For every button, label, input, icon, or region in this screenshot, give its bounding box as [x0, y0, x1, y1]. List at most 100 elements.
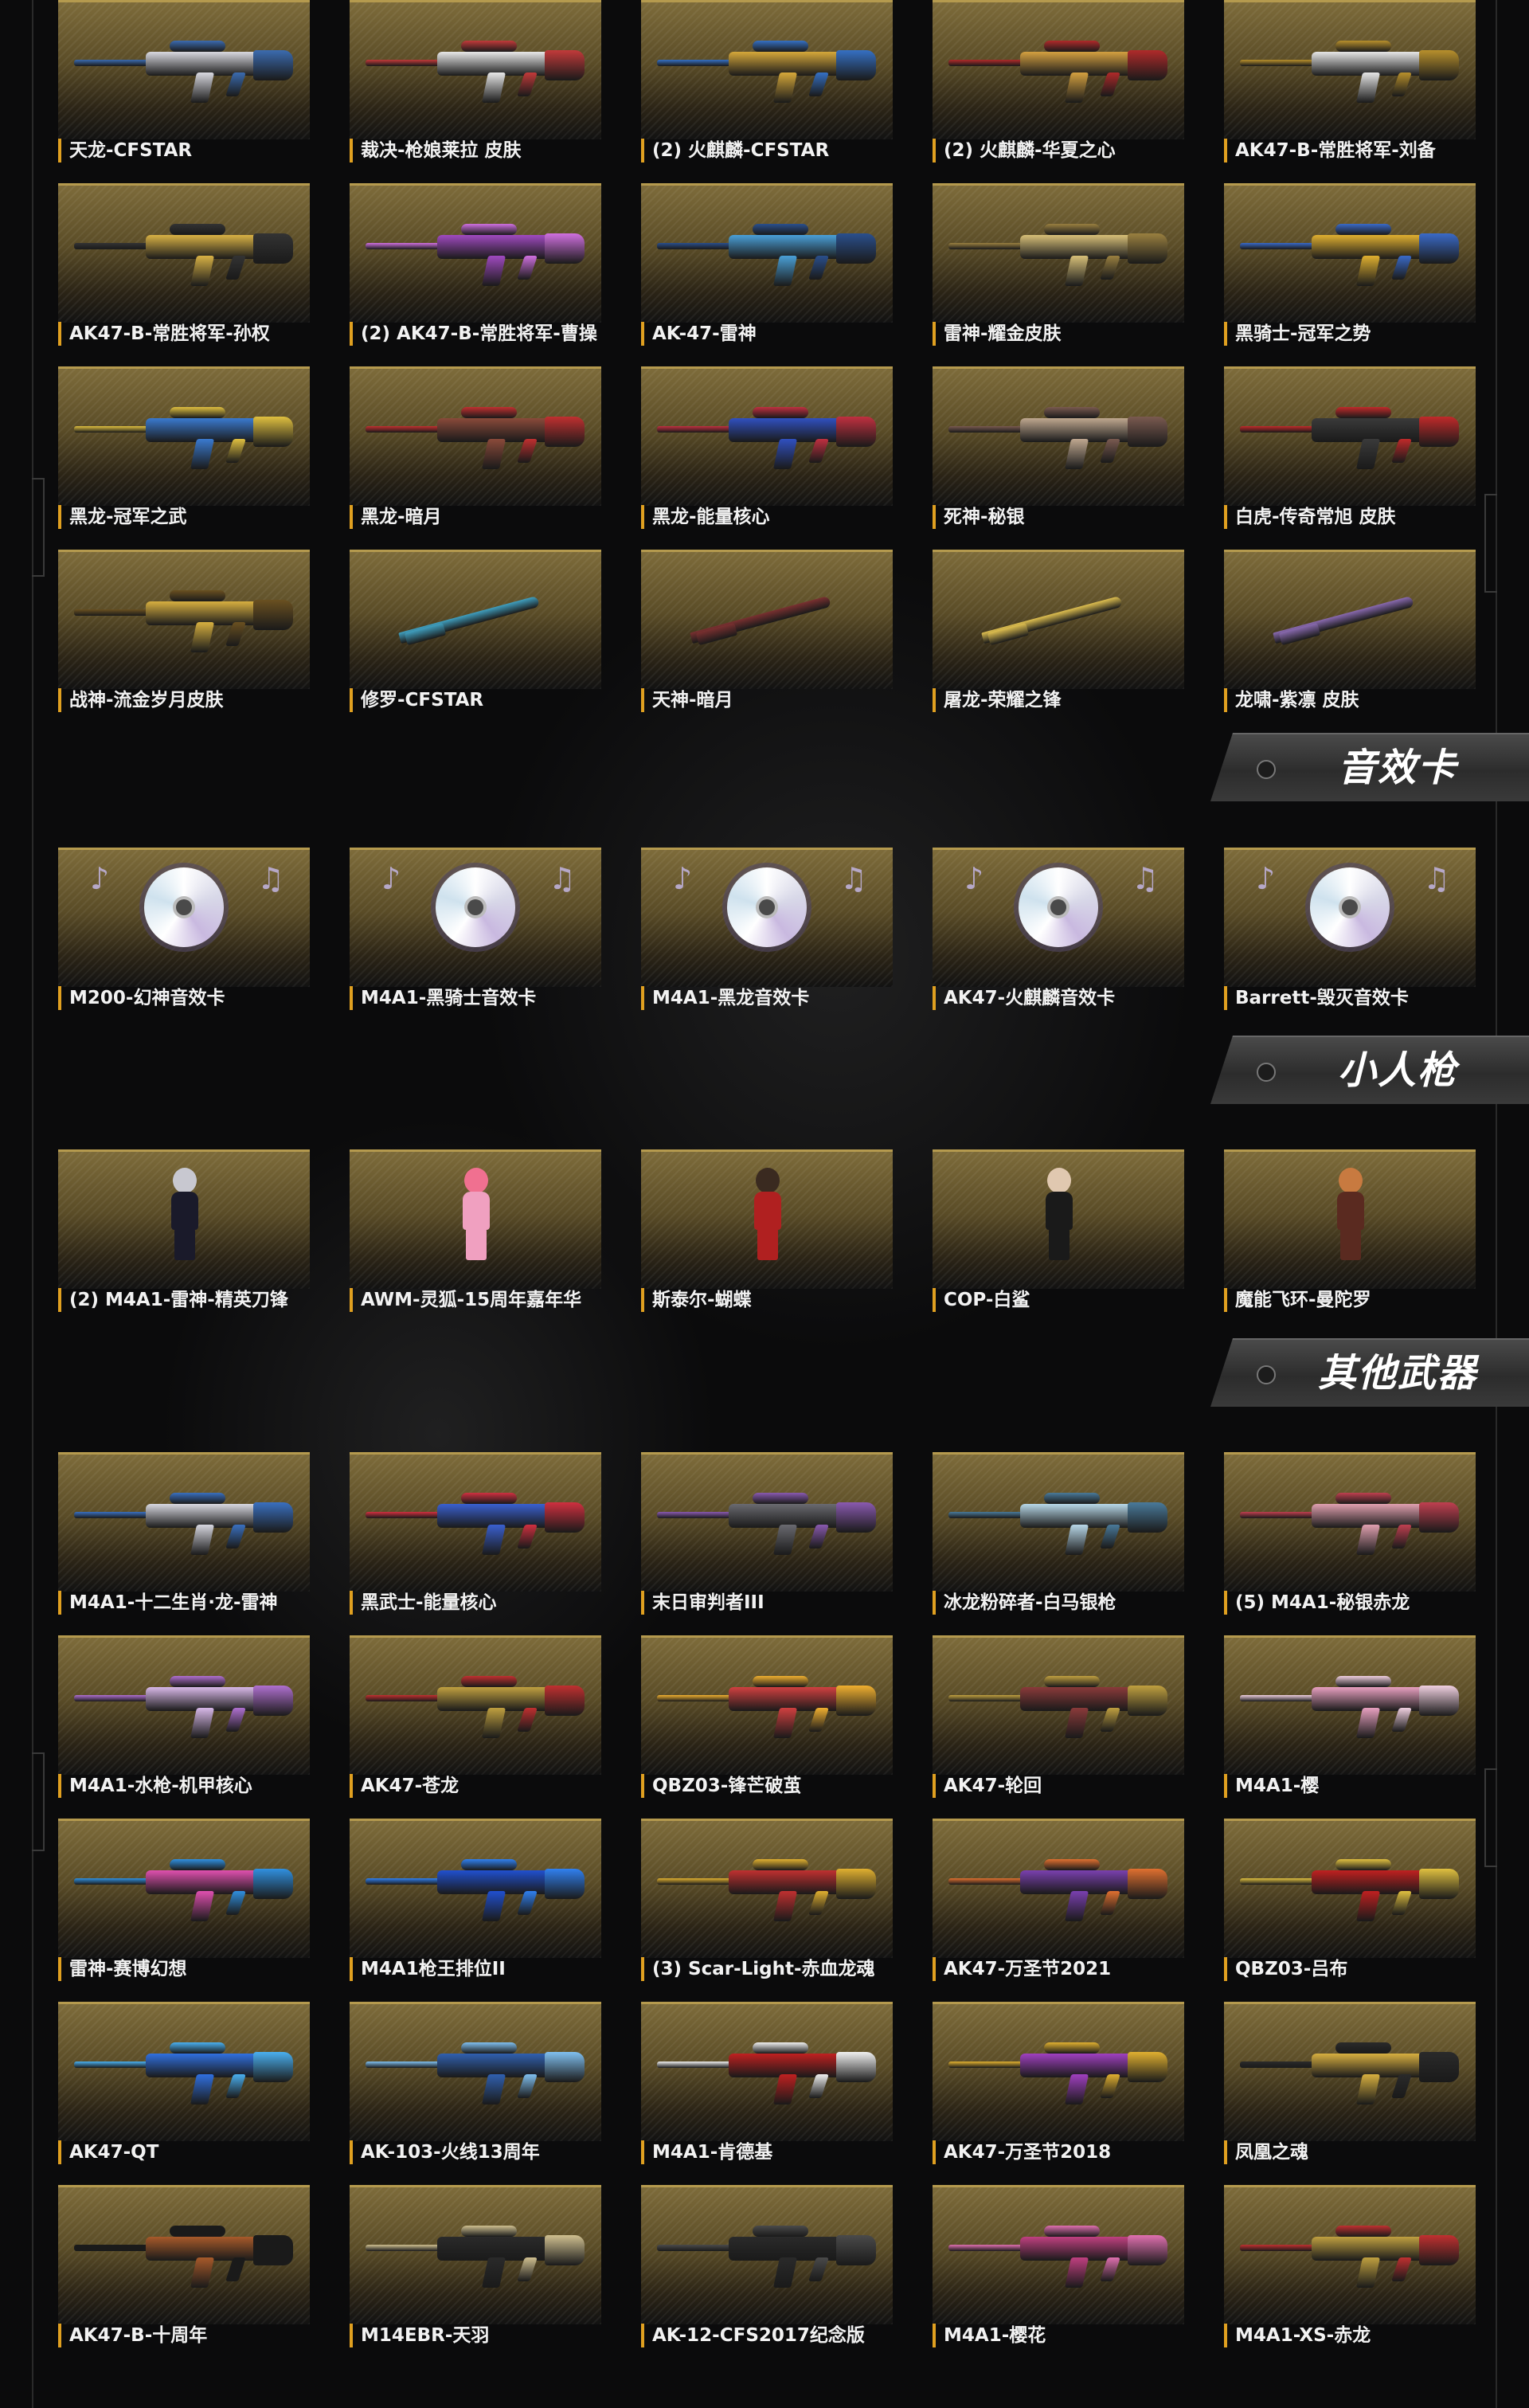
music-note-icon: ♪ — [381, 861, 401, 896]
item-card[interactable]: AK47-万圣节2021 — [933, 1819, 1184, 1995]
weapon-image — [1240, 2036, 1460, 2108]
item-card[interactable]: COP-白鲨 — [933, 1149, 1184, 1326]
item-card[interactable]: 黑龙-暗月 — [350, 366, 601, 543]
weapon-image — [1240, 217, 1460, 289]
mini-figure-image — [166, 1168, 201, 1263]
item-name-label: 雷神-耀金皮肤 — [933, 322, 1183, 346]
item-card[interactable]: (3) Scar-Light-赤血龙魂 — [641, 1819, 893, 1995]
item-name-label: Barrett-毁灭音效卡 — [1224, 986, 1474, 1010]
item-card[interactable]: M4A1-水枪-机甲核心 — [58, 1635, 310, 1812]
music-note-icon: ♫ — [1423, 861, 1451, 896]
item-thumbnail — [1224, 183, 1476, 323]
item-thumbnail — [641, 1635, 893, 1775]
item-name-label: 末日审判者III — [641, 1591, 891, 1615]
item-thumbnail — [641, 1452, 893, 1592]
item-thumbnail — [350, 550, 601, 689]
item-card[interactable]: (2) M4A1-雷神-精英刀锋 — [58, 1149, 310, 1326]
item-card[interactable]: M4A1-十二生肖·龙-雷神 — [58, 1452, 310, 1629]
skins-grid: 天龙-CFSTAR 裁决-枪娘莱拉 皮肤 (2) 火麒麟-CFSTAR (2) 火麒麟… — [58, 0, 1476, 726]
item-card[interactable]: 裁决-枪娘莱拉 皮肤 — [350, 0, 601, 177]
item-card[interactable]: AK47-苍龙 — [350, 1635, 601, 1812]
item-card[interactable]: AK47-B-常胜将军-刘备 — [1224, 0, 1476, 177]
item-card[interactable]: M14EBR-天羽 — [350, 2185, 601, 2362]
sound-cards-grid: ♪ ♫ M200-幻神音效卡 ♪ ♫ M4A1-黑骑士音效卡 ♪ ♫ M4A1-黑龙音效卡 ♪ ♫ A… — [58, 848, 1476, 1024]
item-card[interactable]: 战神-流金岁月皮肤 — [58, 550, 310, 726]
music-note-icon: ♫ — [840, 861, 868, 896]
item-thumbnail — [641, 550, 893, 689]
mini-figures-grid: (2) M4A1-雷神-精英刀锋 AWM-灵狐-15周年嘉年华 斯泰尔-蝴蝶 COP-… — [58, 1149, 1476, 1326]
section-tab-dot-icon — [1257, 1365, 1276, 1384]
item-card[interactable]: 冰龙粉碎者-白马银枪 — [933, 1452, 1184, 1629]
weapon-image — [74, 1670, 294, 1741]
item-card[interactable]: 死神-秘银 — [933, 366, 1184, 543]
item-card[interactable]: AK47-B-十周年 — [58, 2185, 310, 2362]
weapon-image — [74, 34, 294, 106]
item-name-label: M4A1-十二生肖·龙-雷神 — [58, 1591, 308, 1615]
weapon-image — [657, 1486, 877, 1558]
item-name-label: 龙啸-紫凛 皮肤 — [1224, 688, 1474, 712]
item-card[interactable]: M4A1-肯德基 — [641, 2002, 893, 2179]
item-card[interactable]: 魔能飞环-曼陀罗 — [1224, 1149, 1476, 1326]
weapon-image — [74, 1853, 294, 1924]
item-card[interactable]: 雷神-赛博幻想 — [58, 1819, 310, 1995]
item-card[interactable]: 雷神-耀金皮肤 — [933, 183, 1184, 360]
item-card[interactable]: AK47-QT — [58, 2002, 310, 2179]
item-card[interactable]: (2) 火麒麟-CFSTAR — [641, 0, 893, 177]
item-name-label: M4A1-樱花 — [933, 2324, 1183, 2347]
item-card[interactable]: QBZ03-锋芒破茧 — [641, 1635, 893, 1812]
item-card[interactable]: ♪ ♫ M4A1-黑龙音效卡 — [641, 848, 893, 1024]
item-thumbnail — [58, 2185, 310, 2324]
item-card[interactable]: 末日审判者III — [641, 1452, 893, 1629]
mini-figure-image — [458, 1168, 493, 1263]
item-card[interactable]: 龙啸-紫凛 皮肤 — [1224, 550, 1476, 726]
section-tab-sound-cards: 音效卡 — [1210, 733, 1529, 801]
item-thumbnail — [641, 2002, 893, 2141]
item-thumbnail — [641, 183, 893, 323]
item-card[interactable]: QBZ03-吕布 — [1224, 1819, 1476, 1995]
item-thumbnail — [58, 0, 310, 139]
item-card[interactable]: 斯泰尔-蝴蝶 — [641, 1149, 893, 1326]
item-card[interactable]: ♪ ♫ M200-幻神音效卡 — [58, 848, 310, 1024]
item-card[interactable]: AK-103-火线13周年 — [350, 2002, 601, 2179]
item-card[interactable]: AK47-B-常胜将军-孙权 — [58, 183, 310, 360]
item-card[interactable]: (2) 火麒麟-华夏之心 — [933, 0, 1184, 177]
item-card[interactable]: AWM-灵狐-15周年嘉年华 — [350, 1149, 601, 1326]
item-thumbnail — [1224, 0, 1476, 139]
item-card[interactable]: 黑龙-冠军之武 — [58, 366, 310, 543]
item-card[interactable]: (2) AK47-B-常胜将军-曹操 — [350, 183, 601, 360]
item-card[interactable]: 黑龙-能量核心 — [641, 366, 893, 543]
item-card[interactable]: AK-12-CFS2017纪念版 — [641, 2185, 893, 2362]
weapon-image — [1240, 2219, 1460, 2291]
item-card[interactable]: 屠龙-荣耀之锋 — [933, 550, 1184, 726]
weapon-image — [366, 1670, 585, 1741]
item-name-label: (2) M4A1-雷神-精英刀锋 — [58, 1288, 308, 1312]
item-card[interactable]: AK47-轮回 — [933, 1635, 1184, 1812]
item-card[interactable]: (5) M4A1-秘银赤龙 — [1224, 1452, 1476, 1629]
item-card[interactable]: 黑武士-能量核心 — [350, 1452, 601, 1629]
item-card[interactable]: 白虎-传奇常旭 皮肤 — [1224, 366, 1476, 543]
item-card[interactable]: M4A1-樱花 — [933, 2185, 1184, 2362]
item-name-label: 死神-秘银 — [933, 505, 1183, 529]
item-name-label: AK-47-雷神 — [641, 322, 891, 346]
item-name-label: AK47-B-常胜将军-刘备 — [1224, 139, 1474, 162]
item-card[interactable]: M4A1枪王排位II — [350, 1819, 601, 1995]
weapon-image — [1240, 401, 1460, 472]
item-card[interactable]: ♪ ♫ Barrett-毁灭音效卡 — [1224, 848, 1476, 1024]
item-name-label: AK47-B-常胜将军-孙权 — [58, 322, 308, 346]
item-card[interactable]: 天龙-CFSTAR — [58, 0, 310, 177]
item-card[interactable]: M4A1-樱 — [1224, 1635, 1476, 1812]
item-card[interactable]: AK47-万圣节2018 — [933, 2002, 1184, 2179]
item-card[interactable]: 天神-暗月 — [641, 550, 893, 726]
item-card[interactable]: M4A1-XS-赤龙 — [1224, 2185, 1476, 2362]
item-thumbnail: ♪ ♫ — [933, 848, 1184, 987]
item-card[interactable]: AK-47-雷神 — [641, 183, 893, 360]
item-card[interactable]: 黑骑士-冠军之势 — [1224, 183, 1476, 360]
item-card[interactable]: ♪ ♫ AK47-火麒麟音效卡 — [933, 848, 1184, 1024]
item-thumbnail — [641, 1149, 893, 1289]
item-card[interactable]: 修罗-CFSTAR — [350, 550, 601, 726]
weapon-image — [1240, 1853, 1460, 1924]
item-thumbnail — [933, 366, 1184, 506]
item-card[interactable]: ♪ ♫ M4A1-黑骑士音效卡 — [350, 848, 601, 1024]
item-thumbnail — [350, 183, 601, 323]
item-card[interactable]: 凤凰之魂 — [1224, 2002, 1476, 2179]
